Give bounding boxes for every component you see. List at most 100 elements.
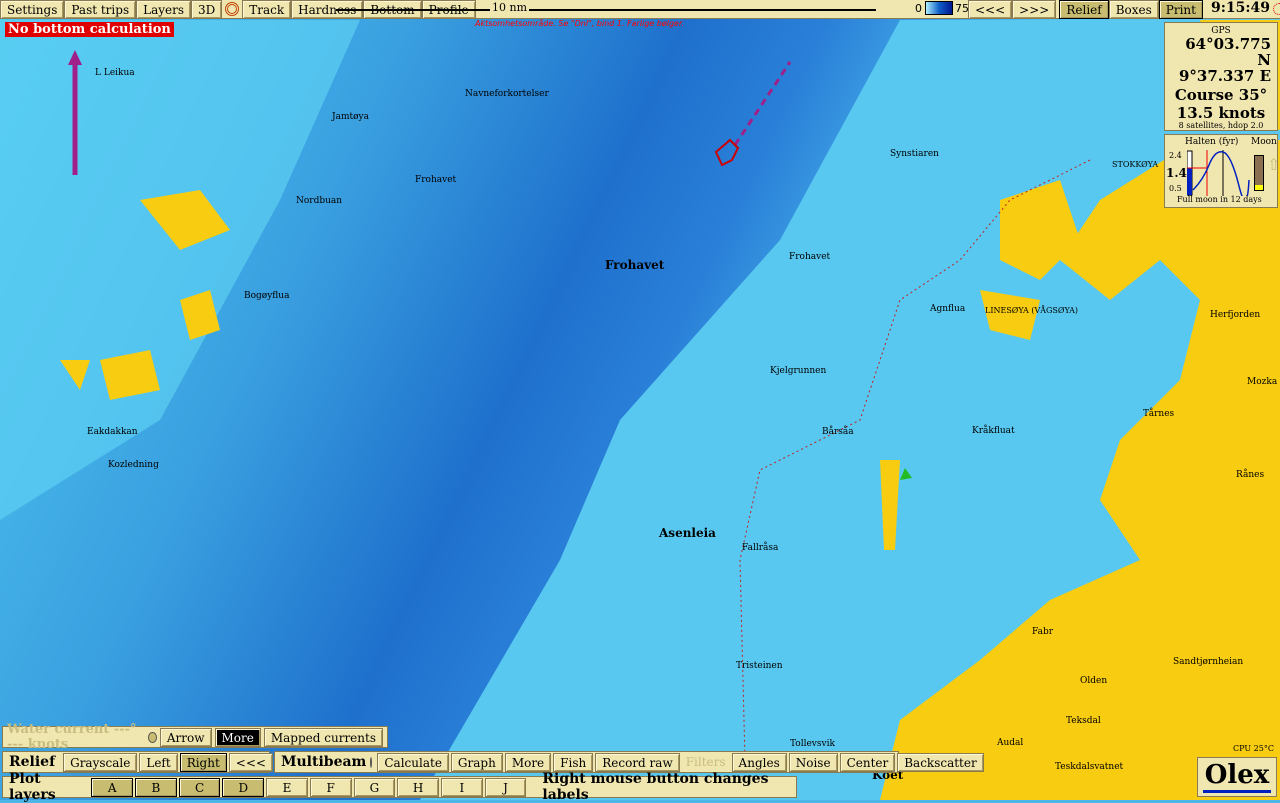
layer-c-button[interactable]: C — [178, 777, 221, 797]
settings-button[interactable]: Settings — [0, 0, 65, 19]
sun-icon — [1273, 3, 1280, 15]
left-button[interactable]: Left — [139, 752, 178, 772]
moon-text: Full moon in 12 days — [1177, 195, 1262, 204]
map-label: LINESØYA (VÅGSØYA) — [985, 306, 1078, 315]
next-button[interactable]: >>> — [1012, 0, 1057, 19]
relief-bar: Relief Grayscale Left Right <<< >>> — [2, 751, 320, 773]
tide-current: 1.4 — [1166, 166, 1187, 180]
depth-legend: 0 750 — [915, 1, 976, 15]
map-label: Asenleia — [659, 526, 716, 540]
depth-gradient — [925, 1, 953, 15]
gps-longitude: 9°37.337 E — [1179, 67, 1271, 85]
track-target-icon[interactable] — [225, 2, 240, 16]
map-label: Teksdal — [1066, 716, 1101, 726]
map-label: Rånes — [1236, 470, 1265, 480]
map-label: Frohavet — [415, 175, 457, 185]
map-label: Olden — [1080, 676, 1108, 686]
layer-a-button[interactable]: A — [91, 777, 134, 797]
calculate-button[interactable]: Calculate — [377, 752, 449, 772]
gps-panel: GPS 64°03.775 N 9°37.337 E Course 35° 13… — [1164, 22, 1278, 131]
map-label: Tårnes — [1143, 409, 1175, 419]
layer-i-button[interactable]: I — [440, 777, 483, 797]
map-label: L Leikua — [95, 68, 135, 78]
relief-button[interactable]: Relief — [1059, 0, 1109, 19]
map-label: Fabr — [1032, 627, 1054, 637]
moon-arrow-icon: ⇧ — [1267, 155, 1280, 174]
cpu-temp: CPU 25°C — [1233, 744, 1274, 753]
layer-e-button[interactable]: E — [266, 777, 308, 797]
olex-logo-text: Olex — [1204, 760, 1270, 790]
prev-button[interactable]: <<< — [968, 0, 1013, 19]
scale-label: 10 nm — [490, 1, 530, 14]
layer-g-button[interactable]: G — [353, 777, 396, 797]
layer-j-button[interactable]: J — [484, 777, 527, 797]
angles-button[interactable]: Angles — [731, 752, 787, 772]
moon-phase-bar — [1254, 155, 1264, 191]
arrow-button[interactable]: Arrow — [159, 727, 212, 747]
map-label: Jamtøya — [332, 112, 369, 122]
relief-prev-button[interactable]: <<< — [228, 752, 273, 772]
plot-layers-bar: Plot layers A B C D E F G H I J Right mo… — [2, 771, 797, 803]
gps-speed: 13.5 knots — [1176, 104, 1266, 122]
water-current-bar: Water current ---° --- knots Arrow More … — [2, 722, 388, 752]
map-label: Synstiaren — [890, 149, 939, 159]
layers-button[interactable]: Layers — [136, 0, 192, 19]
map-label: Bårsåa — [822, 427, 854, 437]
tide-min: 0.5 — [1169, 184, 1182, 193]
tide-panel[interactable]: Halten (fyr) Moon 2.4 1.4 0.5 ⇧ Full moo… — [1164, 134, 1280, 208]
filters-label: Filters — [685, 755, 726, 769]
map-label: Nordbuan — [296, 196, 343, 206]
map-label: Fallråsa — [742, 543, 779, 553]
gps-latitude: 64°03.775 N — [1185, 35, 1271, 69]
map-label: Kozledning — [108, 460, 159, 470]
noise-button[interactable]: Noise — [788, 752, 838, 772]
boxes-button[interactable]: Boxes — [1108, 0, 1159, 19]
map-label: Tollevsvik — [790, 739, 835, 749]
tide-max: 2.4 — [1169, 151, 1182, 160]
track-button[interactable]: Track — [242, 0, 292, 19]
water-current-toggle[interactable] — [148, 731, 157, 743]
print-button[interactable]: Print — [1158, 0, 1203, 19]
gps-course: Course 35° — [1174, 86, 1268, 104]
record-raw-button[interactable]: Record raw — [595, 752, 680, 772]
olex-logo[interactable]: Olex — [1197, 757, 1277, 797]
map-label: Kråkfluat — [972, 426, 1015, 436]
map-label: Eakdakkan — [87, 427, 138, 437]
map-label: Navneforkortelser — [465, 89, 549, 99]
water-current-label: Water current ---° --- knots — [7, 722, 137, 752]
right-button[interactable]: Right — [179, 752, 227, 772]
grayscale-button[interactable]: Grayscale — [63, 752, 138, 772]
map-label: Kjelgrunnen — [770, 366, 827, 376]
more-current-button[interactable]: More — [214, 727, 261, 747]
map-label: Agnflua — [930, 304, 966, 314]
plot-layers-hint: Right mouse button changes labels — [542, 771, 769, 803]
multibeam-toggle[interactable] — [370, 756, 373, 768]
backscatter-button[interactable]: Backscatter — [897, 752, 984, 772]
clock: 9:15:49 — [1210, 0, 1271, 16]
past-trips-button[interactable]: Past trips — [64, 0, 137, 19]
plot-layers-label: Plot layers — [9, 771, 56, 803]
top-right-controls: <<< >>> Relief Boxes Print 9:15:49 — [968, 0, 1280, 19]
fish-button[interactable]: Fish — [553, 752, 594, 772]
map-label: Herfjorden — [1210, 310, 1261, 320]
layer-f-button[interactable]: F — [309, 777, 352, 797]
map-label: STOKKØYA — [1112, 160, 1159, 169]
tide-station: Halten (fyr) — [1185, 137, 1239, 147]
multibeam-more-button[interactable]: More — [504, 752, 552, 772]
layer-h-button[interactable]: H — [397, 777, 439, 797]
map-label: Teskdalsvatnet — [1055, 762, 1124, 772]
mapped-currents-button[interactable]: Mapped currents — [263, 727, 383, 747]
map-label: Audal — [997, 738, 1024, 748]
layer-b-button[interactable]: B — [135, 777, 177, 797]
graph-button[interactable]: Graph — [450, 752, 503, 772]
layer-d-button[interactable]: D — [222, 777, 265, 797]
tide-graph — [1187, 150, 1250, 196]
map-label: Frohavet — [605, 258, 665, 272]
3d-button[interactable]: 3D — [191, 0, 223, 19]
multibeam-bar: Multibeam Calculate Graph More Fish Reco… — [274, 751, 984, 773]
map-label: Mozka — [1247, 377, 1278, 387]
center-button[interactable]: Center — [839, 752, 896, 772]
depth-min: 0 — [915, 1, 922, 15]
no-bottom-warning: No bottom calculation — [5, 22, 174, 37]
map-label: Sandtjørnheian — [1173, 657, 1244, 667]
